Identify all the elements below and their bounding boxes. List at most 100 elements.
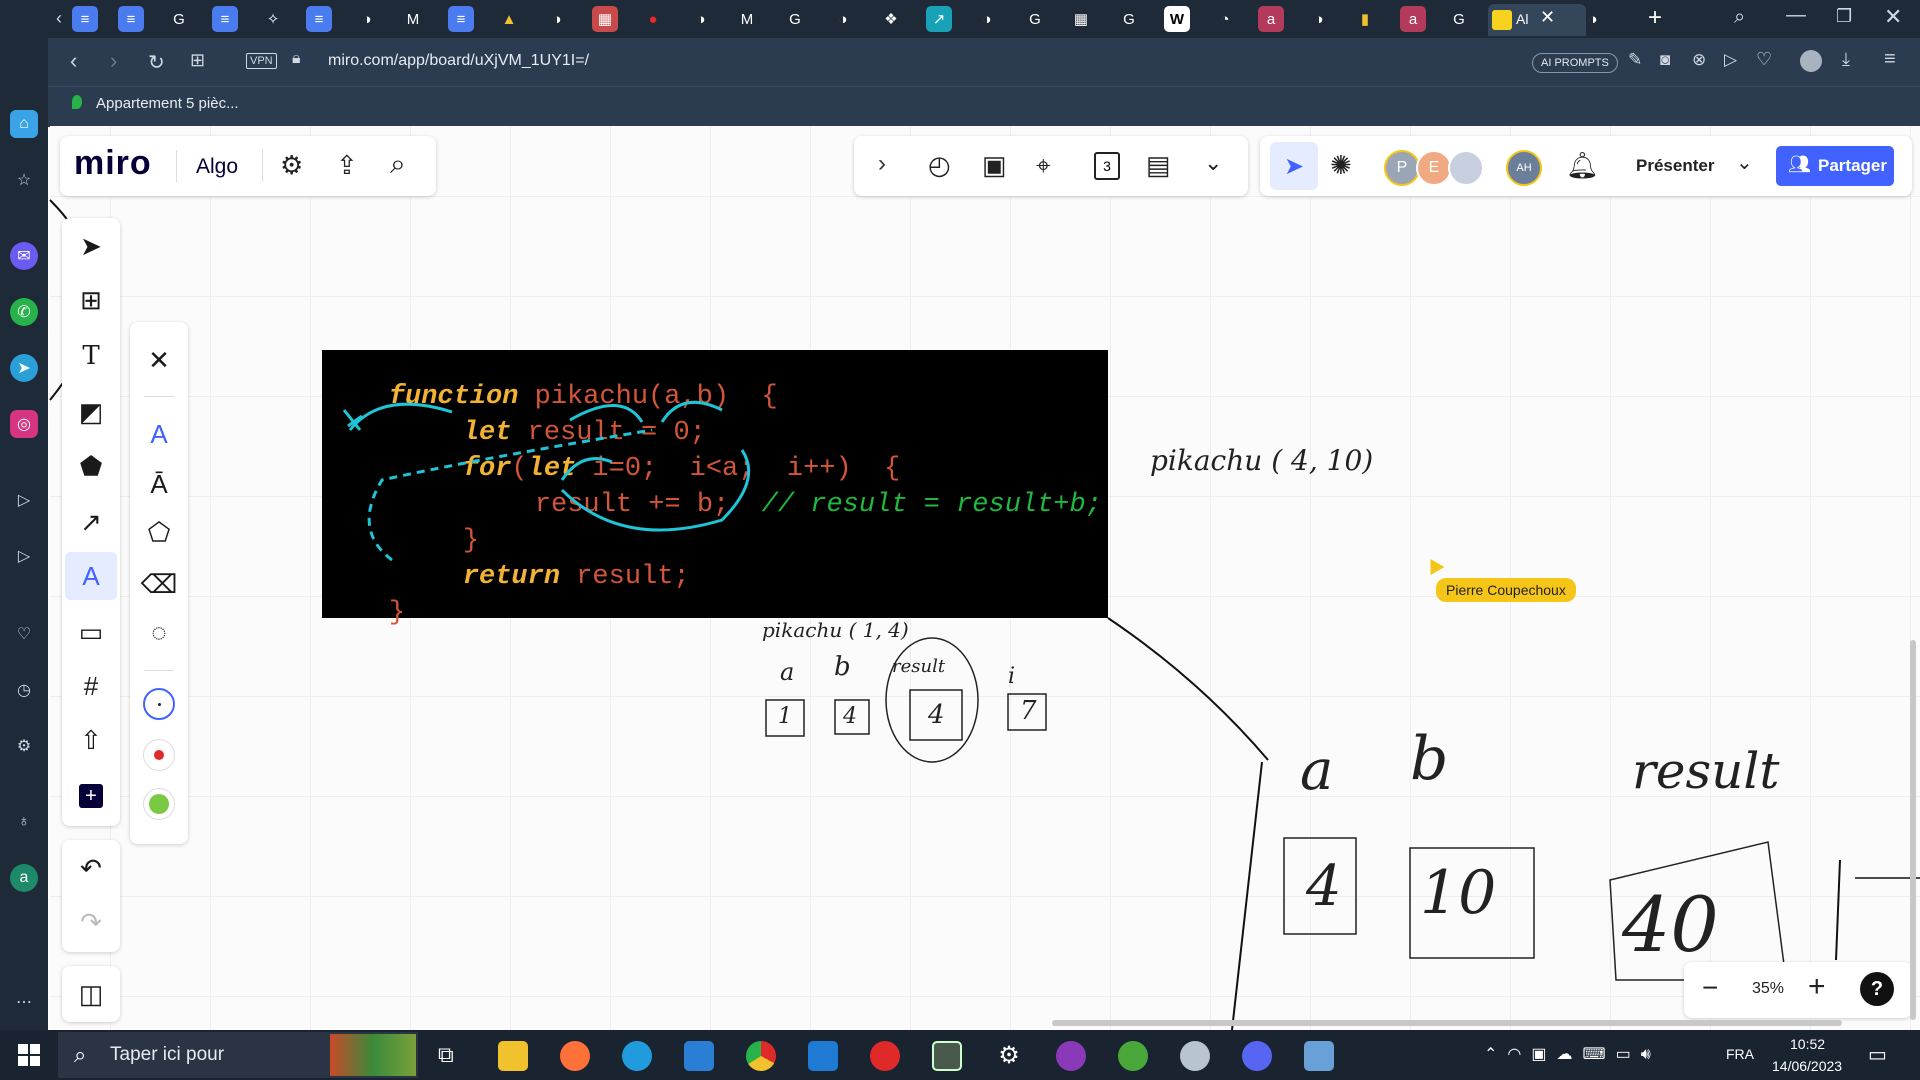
clock-date[interactable]: 14/06/2023 [1772, 1058, 1842, 1074]
header-divider [176, 150, 177, 182]
focus-icon[interactable]: ⌖ [1036, 150, 1051, 182]
app-icon[interactable] [1304, 1041, 1334, 1071]
lasso-icon[interactable]: ◌ [133, 608, 185, 656]
expand-toolbar-icon[interactable]: › [878, 150, 886, 178]
task-view-icon[interactable]: ⧉ [438, 1042, 454, 1068]
app-icon[interactable] [1180, 1041, 1210, 1071]
clock-time[interactable]: 10:52 [1790, 1036, 1825, 1052]
taskbar-search-input[interactable]: Taper ici pour [110, 1044, 224, 1066]
pen-menu-divider [144, 670, 174, 671]
utorrent-icon[interactable] [1118, 1041, 1148, 1071]
windows-start-icon[interactable] [18, 1044, 40, 1066]
select-tool-icon[interactable]: ➤ [65, 222, 117, 270]
divider-stroke [1231, 761, 1263, 1031]
comment-tool-icon[interactable]: ▭ [65, 608, 117, 656]
handwritten-big-a: a [1300, 738, 1334, 803]
redo-icon[interactable]: ↷ [65, 898, 117, 946]
frame-tool-icon[interactable]: # [65, 662, 117, 710]
export-icon[interactable]: ⇪ [336, 150, 358, 181]
handwritten-big-val-b: 10 [1420, 858, 1497, 928]
more-apps-icon[interactable]: + [65, 772, 117, 820]
chrome-icon[interactable] [746, 1041, 776, 1071]
zoom-in-button[interactable]: + [1808, 970, 1826, 1004]
settings-icon[interactable]: ⚙ [994, 1041, 1024, 1071]
divider-stroke [1835, 859, 1841, 961]
notes-icon[interactable]: ▤ [1146, 150, 1171, 181]
handwritten-small-val-b: 4 [843, 704, 857, 729]
edge-icon[interactable] [622, 1041, 652, 1071]
language-indicator[interactable]: FRA [1726, 1046, 1754, 1062]
pen-icon[interactable]: A [133, 410, 185, 458]
text-tool-icon[interactable]: T [65, 332, 117, 380]
highlighter-icon[interactable]: Ā [133, 460, 185, 508]
horizontal-scrollbar[interactable] [1052, 1020, 1842, 1026]
color-swatch-green[interactable] [143, 788, 175, 820]
present-button[interactable]: Présenter [1636, 156, 1714, 176]
handwritten-small-val-i: 7 [1020, 696, 1037, 726]
templates-tool-icon[interactable]: ⊞ [65, 276, 117, 324]
avatar[interactable] [1448, 150, 1484, 186]
app-icon[interactable] [932, 1041, 962, 1071]
more-tools-icon[interactable]: ⌄ [1204, 150, 1222, 176]
share-button-label: Partager [1818, 156, 1887, 175]
pen-tool-icon[interactable]: A [65, 552, 117, 600]
board-name[interactable]: Algo [196, 155, 238, 179]
handwritten-small-val-result: 4 [928, 700, 945, 730]
close-pen-menu-icon[interactable]: ✕ [133, 336, 185, 384]
code-image[interactable]: function pikachu(a,b) { let result = 0; … [322, 350, 1108, 628]
cursor-mode-icon[interactable]: ➤ [1270, 142, 1318, 190]
search-icon[interactable]: ⌕ [390, 148, 406, 181]
vpn-app-icon[interactable] [1056, 1041, 1086, 1071]
color-swatch-blue[interactable] [143, 688, 175, 720]
color-swatch-red[interactable] [143, 739, 175, 771]
mail-icon[interactable] [684, 1041, 714, 1071]
vscode-icon[interactable] [808, 1041, 838, 1071]
cyan-annotations [342, 400, 751, 562]
handwritten-big-result: result [1632, 742, 1780, 800]
handwritten-small-val-a: 1 [778, 704, 792, 729]
collaboration-toolbar [854, 136, 1248, 196]
file-explorer-icon[interactable] [498, 1041, 528, 1071]
handwritten-small-b: b [834, 652, 851, 682]
smart-shape-icon[interactable]: ⬠ [133, 508, 185, 556]
zoom-out-button[interactable]: − [1702, 972, 1718, 1004]
discord-icon[interactable] [1242, 1041, 1272, 1071]
handwritten-small-a: a [780, 658, 795, 686]
notifications-icon[interactable]: 🔔︎ [1566, 150, 1599, 181]
handwritten-small-result: result [892, 656, 946, 677]
card-icon[interactable]: ▣ [982, 150, 1007, 181]
avatar[interactable]: AH [1506, 150, 1542, 186]
vertical-scrollbar[interactable] [1910, 640, 1916, 1020]
zoom-level[interactable]: 35% [1752, 980, 1784, 998]
handwritten-big-b: b [1410, 724, 1449, 794]
firefox-icon[interactable] [560, 1041, 590, 1071]
connector-stroke [1107, 617, 1269, 761]
undo-icon[interactable]: ↶ [65, 844, 117, 892]
reactions-icon[interactable]: ✺ [1330, 150, 1352, 181]
pen-menu-divider [144, 396, 174, 397]
settings-icon[interactable]: ⚙ [280, 150, 303, 181]
upload-tool-icon[interactable]: ⇧ [65, 716, 117, 764]
timer-icon[interactable]: ◴ [928, 150, 951, 181]
avatar[interactable]: P [1384, 150, 1420, 186]
eraser-icon[interactable]: ⌫ [133, 560, 185, 608]
counter-icon[interactable]: 3 [1094, 152, 1120, 180]
system-tray-icons[interactable]: ⌃◠▣☁⌨▭🔊︎ [1484, 1044, 1661, 1064]
handwritten-call-small: pikachu ( 1, 4) [762, 618, 909, 642]
present-dropdown-icon[interactable]: ⌄ [1736, 150, 1753, 175]
notifications-center-icon[interactable]: ▭ [1868, 1042, 1887, 1067]
handwritten-big-val-a: 4 [1306, 854, 1342, 919]
share-users-icon: 👥︎ [1788, 154, 1811, 174]
miro-logo[interactable]: miro [74, 144, 152, 183]
sticky-note-tool-icon[interactable]: ◩ [65, 388, 117, 436]
cursor-user-label: Pierre Coupechoux [1436, 578, 1576, 602]
shapes-tool-icon[interactable]: ⬟ [65, 442, 117, 490]
opera-icon[interactable] [870, 1041, 900, 1071]
search-highlight-image [330, 1034, 416, 1076]
handwritten-small-i: i [1008, 664, 1016, 689]
connector-tool-icon[interactable]: ↗ [65, 498, 117, 546]
handwritten-call-top: pikachu ( 4, 10) [1150, 444, 1374, 477]
help-button[interactable]: ? [1860, 972, 1894, 1006]
board-panel-icon[interactable]: ◫ [65, 970, 117, 1018]
avatar[interactable]: E [1416, 150, 1452, 186]
